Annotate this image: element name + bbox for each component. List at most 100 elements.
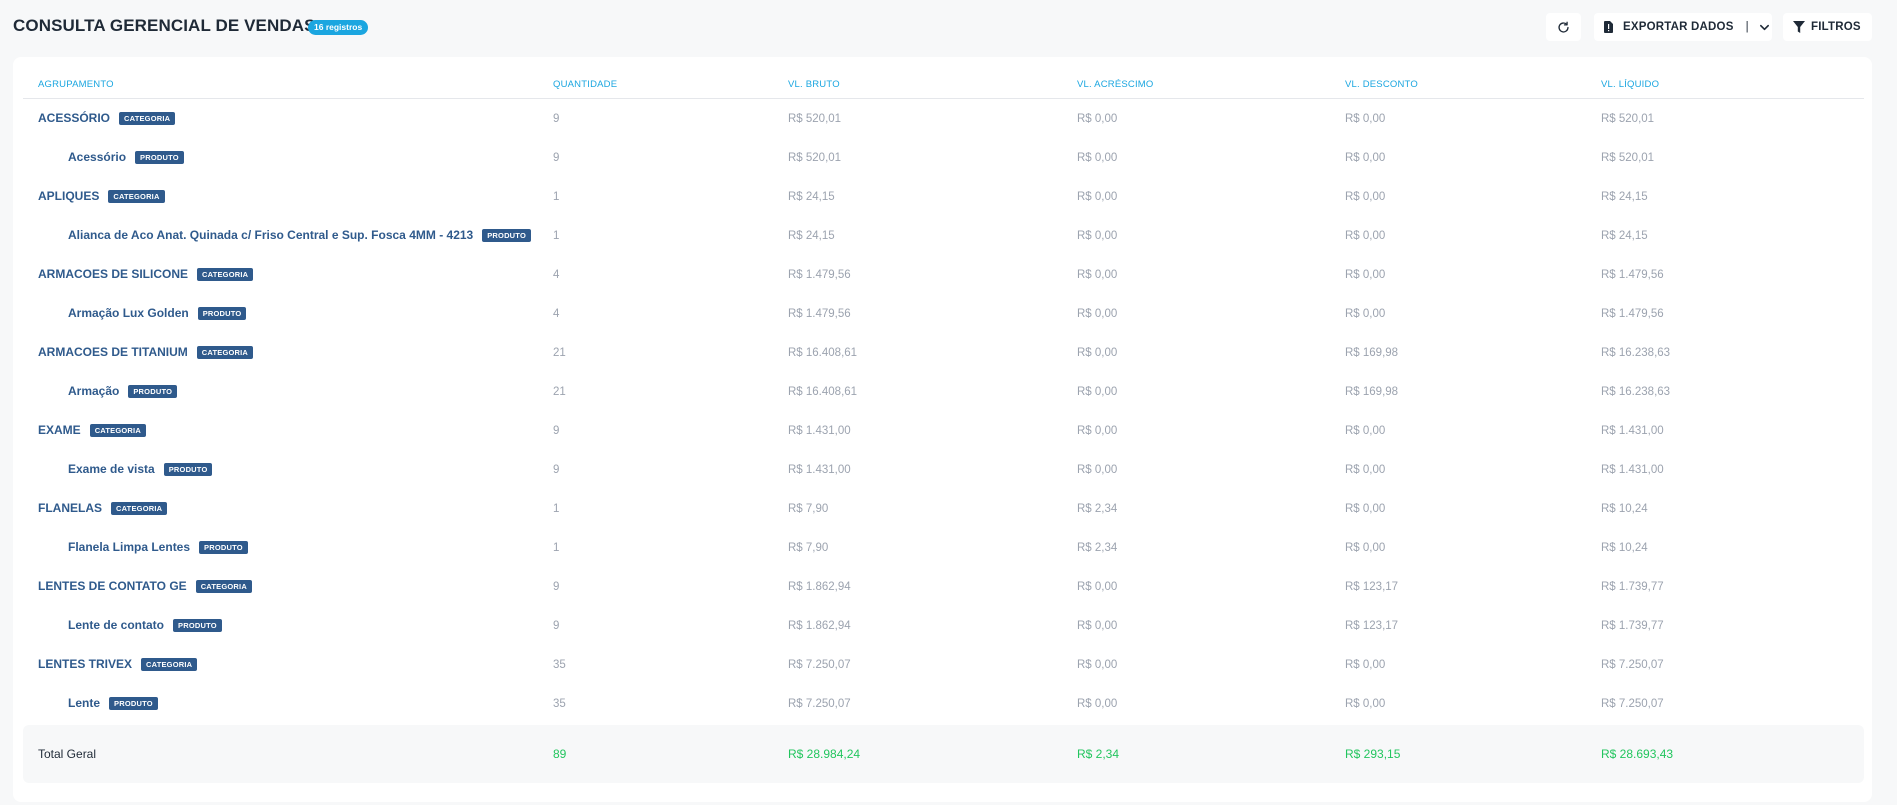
discount-cell: R$ 123,17 [1345,620,1399,632]
discount-cell: R$ 0,00 [1345,230,1386,242]
table-row[interactable]: ARMACOES DE TITANIUM CATEGORIA 21 R$ 16.… [23,333,1864,372]
quantity-cell: 1 [553,230,560,242]
sales-report-card: AGRUPAMENTO QUANTIDADE VL. BRUTO VL. ACR… [13,57,1872,802]
category-tag: CATEGORIA [108,189,165,203]
product-tag: PRODUTO [163,462,213,476]
gross-value-cell: R$ 24,15 [788,230,835,242]
discount-cell: R$ 0,00 [1345,698,1386,710]
quantity-cell: 21 [553,347,566,359]
column-header-gross-value[interactable]: VL. BRUTO [788,79,840,90]
product-tag: PRODUTO [197,306,247,320]
table-row[interactable]: ACESSÓRIO CATEGORIA 9 R$ 520,01 R$ 0,00 … [23,99,1864,138]
surcharge-cell: R$ 0,00 [1077,152,1118,164]
column-header-grouping[interactable]: AGRUPAMENTO [38,79,114,90]
gross-value-cell: R$ 520,01 [788,113,842,125]
column-header-surcharge[interactable]: VL. ACRÉSCIMO [1077,79,1154,90]
table-row[interactable]: Lente de contato PRODUTO 9 R$ 1.862,94 R… [23,606,1864,645]
table-row[interactable]: Flanela Limpa Lentes PRODUTO 1 R$ 7,90 R… [23,528,1864,567]
column-header-quantity[interactable]: QUANTIDADE [553,79,617,90]
gross-value-cell: R$ 1.862,94 [788,581,851,593]
chevron-down-icon[interactable] [1759,22,1770,33]
gross-value-cell: R$ 7,90 [788,503,829,515]
discount-cell: R$ 0,00 [1345,464,1386,476]
surcharge-cell: R$ 0,00 [1077,464,1118,476]
grouping-cell: APLIQUES CATEGORIA [38,189,165,203]
quantity-cell: 9 [553,113,560,125]
discount-cell: R$ 0,00 [1345,542,1386,554]
net-value-cell: R$ 1.739,77 [1601,620,1664,632]
discount-cell: R$ 169,98 [1345,386,1399,398]
grouping-cell: EXAME CATEGORIA [38,423,146,437]
grouping-name: Alianca de Aco Anat. Quinada c/ Friso Ce… [68,228,474,242]
grouping-name: EXAME [38,423,81,437]
grouping-cell: ACESSÓRIO CATEGORIA [38,111,176,125]
surcharge-cell: R$ 0,00 [1077,191,1118,203]
grouping-name: Armação Lux Golden [68,306,189,320]
quantity-cell: 1 [553,191,560,203]
surcharge-cell: R$ 0,00 [1077,581,1118,593]
grouping-cell: LENTES TRIVEX CATEGORIA [38,657,198,671]
table-row[interactable]: Armação Lux Golden PRODUTO 4 R$ 1.479,56… [23,294,1864,333]
surcharge-cell: R$ 0,00 [1077,425,1118,437]
table-row[interactable]: Alianca de Aco Anat. Quinada c/ Friso Ce… [23,216,1864,255]
grouping-cell: FLANELAS CATEGORIA [38,501,168,515]
net-value-cell: R$ 10,24 [1601,542,1648,554]
total-surcharge: R$ 2,34 [1077,747,1120,761]
table-row[interactable]: Armação PRODUTO 21 R$ 16.408,61 R$ 0,00 … [23,372,1864,411]
table-row[interactable]: Exame de vista PRODUTO 9 R$ 1.431,00 R$ … [23,450,1864,489]
quantity-cell: 35 [553,659,566,671]
column-header-net-value[interactable]: VL. LÍQUIDO [1601,79,1659,90]
grouping-name: ARMACOES DE SILICONE [38,267,189,281]
grouping-name: Armação [68,384,120,398]
total-gross-value: R$ 28.984,24 [788,747,861,761]
product-tag: PRODUTO [199,540,248,554]
surcharge-cell: R$ 2,34 [1077,503,1118,515]
quantity-cell: 9 [553,425,560,437]
net-value-cell: R$ 10,24 [1601,503,1648,515]
record-count-badge: 16 registros [308,20,369,35]
category-tag: CATEGORIA [111,501,168,515]
grouping-name: Lente de contato [68,618,165,632]
net-value-cell: R$ 1.431,00 [1601,425,1664,437]
surcharge-cell: R$ 2,34 [1077,542,1118,554]
surcharge-cell: R$ 0,00 [1077,698,1118,710]
table-row[interactable]: ARMACOES DE SILICONE CATEGORIA 4 R$ 1.47… [23,255,1864,294]
total-quantity: 89 [553,747,567,761]
net-value-cell: R$ 24,15 [1601,230,1648,242]
filters-button[interactable]: FILTROS [1783,13,1872,41]
grouping-name: ACESSÓRIO [38,111,111,125]
quantity-cell: 4 [553,308,560,320]
discount-cell: R$ 0,00 [1345,191,1386,203]
refresh-icon [1558,21,1569,33]
quantity-cell: 1 [553,542,560,554]
net-value-cell: R$ 24,15 [1601,191,1648,203]
table-row[interactable]: Acessório PRODUTO 9 R$ 520,01 R$ 0,00 R$… [23,138,1864,177]
table-row[interactable]: EXAME CATEGORIA 9 R$ 1.431,00 R$ 0,00 R$… [23,411,1864,450]
surcharge-cell: R$ 0,00 [1077,620,1118,632]
table-row[interactable]: APLIQUES CATEGORIA 1 R$ 24,15 R$ 0,00 R$… [23,177,1864,216]
grouping-cell: Flanela Limpa Lentes PRODUTO [68,540,248,554]
net-value-cell: R$ 7.250,07 [1601,659,1664,671]
table-row[interactable]: LENTES DE CONTATO GE CATEGORIA 9 R$ 1.86… [23,567,1864,606]
grouping-name: Flanela Limpa Lentes [68,540,191,554]
discount-cell: R$ 0,00 [1345,659,1386,671]
gross-value-cell: R$ 7.250,07 [788,659,851,671]
table-row[interactable]: LENTES TRIVEX CATEGORIA 35 R$ 7.250,07 R… [23,645,1864,684]
category-tag: CATEGORIA [197,267,254,281]
quantity-cell: 9 [553,152,560,164]
export-data-button[interactable]: EXPORTAR DADOS | [1594,13,1772,41]
gross-value-cell: R$ 16.408,61 [788,347,858,359]
export-data-label: EXPORTAR DADOS [1623,21,1734,33]
gross-value-cell: R$ 1.479,56 [788,308,851,320]
column-header-discount[interactable]: VL. DESCONTO [1345,79,1418,90]
grouping-cell: Armação PRODUTO [68,384,178,398]
table-row[interactable]: FLANELAS CATEGORIA 1 R$ 7,90 R$ 2,34 R$ … [23,489,1864,528]
category-tag: CATEGORIA [89,423,146,437]
product-tag: PRODUTO [173,618,222,632]
gross-value-cell: R$ 1.431,00 [788,464,851,476]
table-row[interactable]: Lente PRODUTO 35 R$ 7.250,07 R$ 0,00 R$ … [23,684,1864,723]
refresh-button[interactable] [1546,13,1581,41]
grouping-name: Exame de vista [68,462,155,476]
discount-cell: R$ 0,00 [1345,425,1386,437]
grouping-cell: Lente de contato PRODUTO [68,618,222,632]
